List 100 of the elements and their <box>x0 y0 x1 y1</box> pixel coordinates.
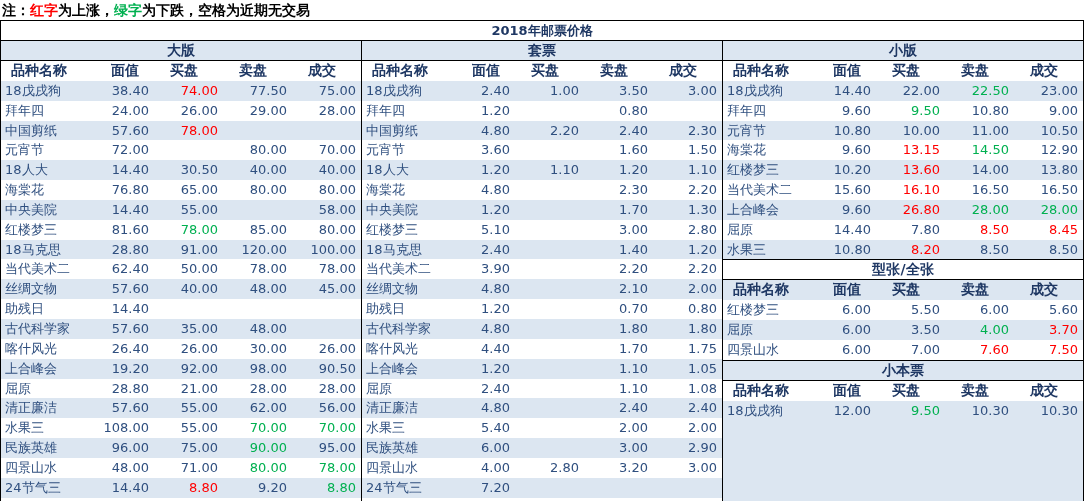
table-cell-text: 古代科学家 <box>4 319 71 338</box>
column-header: 成交 <box>667 61 698 80</box>
table-cell-text: 6.00 <box>841 301 871 320</box>
table-cell-text: 民族英雄 <box>4 439 58 458</box>
table-cell-text: 2.40 <box>618 121 648 140</box>
column-header: 成交 <box>1028 61 1059 80</box>
table-cell-text: 10.80 <box>832 240 871 259</box>
table-cell-text: 74.00 <box>179 81 218 100</box>
table-cell-text: 2.30 <box>687 121 717 140</box>
table-cell-text: 8.50 <box>979 240 1009 259</box>
table-cell-text: 26.00 <box>179 339 218 358</box>
table-cell-text: 10.50 <box>1039 121 1078 140</box>
table-cell-text: 4.80 <box>480 319 510 338</box>
table-cell-text: 4.00 <box>480 458 510 477</box>
table-cell-text: 当代美术二 <box>365 260 432 279</box>
table-cell-text: 元宵节 <box>365 141 406 160</box>
table-cell-text: 26.00 <box>317 339 356 358</box>
table-cell-text: 丝绸文物 <box>4 280 58 299</box>
table-cell-text: 18马克思 <box>4 240 62 259</box>
table-cell-text: 62.00 <box>248 399 287 418</box>
table-cell-text: 6.00 <box>480 439 510 458</box>
table-cell-text: 2.40 <box>480 240 510 259</box>
table-cell-text: 26.00 <box>179 101 218 120</box>
column-header: 面值 <box>110 61 140 80</box>
table-cell-text: 海棠花 <box>726 141 767 160</box>
table-cell-text: 92.00 <box>179 359 218 378</box>
table-cell-text: 13.80 <box>1039 161 1078 180</box>
column-header: 面值 <box>471 61 501 80</box>
table-cell-text: 96.00 <box>110 439 149 458</box>
table-cell-text: 28.00 <box>317 101 356 120</box>
table-cell-text: 清正廉洁 <box>365 399 419 418</box>
table-cell-text: 四景山水 <box>365 458 419 477</box>
table-cell-text: 1.20 <box>480 161 510 180</box>
table-cell-text: 29.00 <box>248 101 287 120</box>
table-cell-text: 2.00 <box>618 419 648 438</box>
table-cell-text: 2.30 <box>618 181 648 200</box>
table-cell-text: 18人大 <box>4 161 49 180</box>
table-cell-text: 10.00 <box>901 121 940 140</box>
table-cell-text: 55.00 <box>179 419 218 438</box>
table-cell-text: 2.20 <box>687 181 717 200</box>
table-cell-text: 10.80 <box>970 101 1009 120</box>
table-cell-text: 38.40 <box>110 81 149 100</box>
table-cell-text: 屈原 <box>726 321 754 340</box>
column-header: 成交 <box>1028 280 1059 300</box>
table-cell-text: 11.00 <box>970 121 1009 140</box>
table-cell-text: 2.40 <box>618 399 648 418</box>
table-cell-text: 7.80 <box>910 220 940 239</box>
table-cell-text: 14.40 <box>832 81 871 100</box>
table-cell-text: 28.80 <box>110 379 149 398</box>
table-cell-text: 90.50 <box>317 359 356 378</box>
table-cell-text: 1.75 <box>687 339 717 358</box>
table-cell-text: 3.60 <box>480 141 510 160</box>
table-cell-text: 中央美院 <box>4 200 58 219</box>
column-header: 卖盘 <box>959 380 990 400</box>
table-cell-text: 9.20 <box>257 478 287 497</box>
table-cell-text: 18戊戌狗 <box>4 81 62 100</box>
table-cell-text: 3.70 <box>1048 321 1078 340</box>
table-cell-text: 2.40 <box>480 81 510 100</box>
table-cell-text: 1.08 <box>687 379 717 398</box>
table-cell-text: 2.80 <box>549 458 579 477</box>
table-cell-text: 24节气三 <box>365 478 423 497</box>
table-cell-text: 9.00 <box>1048 101 1078 120</box>
table-cell-text: 清正廉洁 <box>4 399 58 418</box>
table-cell-text: 14.40 <box>110 161 149 180</box>
table-cell-text: 90.00 <box>248 439 287 458</box>
table-cell-text: 78.00 <box>179 121 218 140</box>
table-cell-text: 2.00 <box>687 280 717 299</box>
table-cell-text: 水果三 <box>4 419 45 438</box>
column-header: 成交 <box>306 61 337 80</box>
table-cell-text: 24.00 <box>110 101 149 120</box>
table-cell-text: 18人大 <box>365 161 410 180</box>
table-cell-text: 30.00 <box>248 339 287 358</box>
table-cell-text: 80.00 <box>248 458 287 477</box>
table-cell-text: 18戊戌狗 <box>365 81 423 100</box>
table-cell-text: 9.60 <box>841 200 871 219</box>
table-cell-text: 22.00 <box>901 81 940 100</box>
table-cell-text: 5.10 <box>480 220 510 239</box>
table-cell-text: 14.40 <box>110 300 149 319</box>
column-header: 卖盘 <box>237 61 268 80</box>
table-cell-text: 2.10 <box>618 280 648 299</box>
table-cell-text: 57.60 <box>110 319 149 338</box>
table-cell-text: 1.10 <box>549 161 579 180</box>
table-cell-text: 2.00 <box>687 419 717 438</box>
table-cell-text: 80.00 <box>317 220 356 239</box>
table-cell-text: 0.80 <box>687 300 717 319</box>
table-cell-text: 14.00 <box>970 161 1009 180</box>
table-cell-text: 3.00 <box>687 81 717 100</box>
table-cell-text: 0.80 <box>618 101 648 120</box>
table-cell-text: 8.80 <box>188 478 218 497</box>
table-cell-text: 中国剪纸 <box>4 121 58 140</box>
table-cell-text: 78.00 <box>317 260 356 279</box>
table-cell-text: 海棠花 <box>365 181 406 200</box>
column-header: 买盘 <box>890 280 921 300</box>
table-cell-text: 10.30 <box>1039 401 1078 420</box>
table-cell-text: 100.00 <box>309 240 356 259</box>
table-cell-text: 40.00 <box>248 161 287 180</box>
column-header: 品种名称 <box>732 61 790 80</box>
table-cell-text: 24节气三 <box>4 478 62 497</box>
table-cell-text: 屈原 <box>365 379 393 398</box>
table-cell-text: 1.20 <box>480 300 510 319</box>
